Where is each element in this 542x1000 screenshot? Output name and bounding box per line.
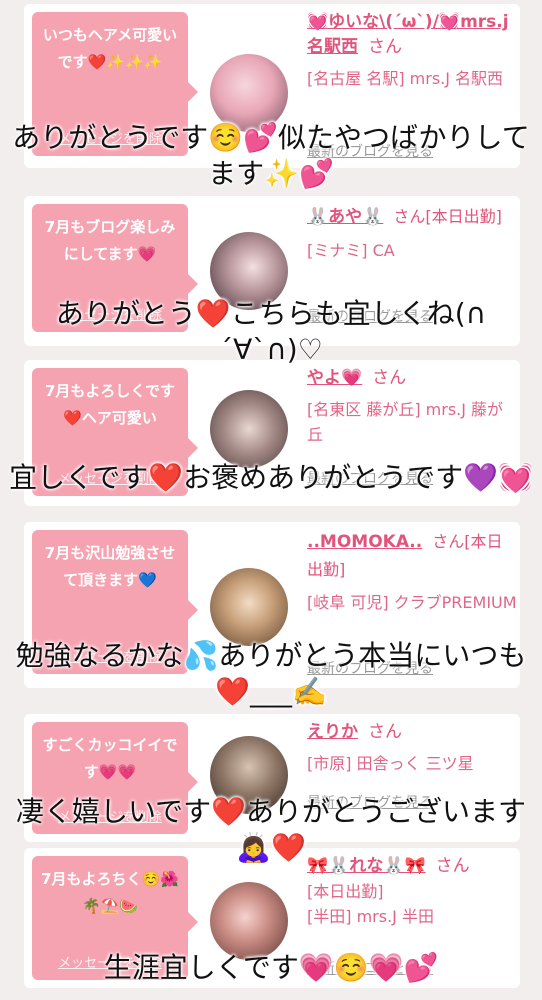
overlay-caption: 生涯宜しくです💗☺️💗💕: [103, 951, 439, 984]
bubble-tail: [188, 772, 198, 792]
sender-location: [本日出勤] [半田] mrs.J 半田: [307, 879, 517, 929]
message-text: 7月もよろちく☺️🌺🌴⛱️🍉: [41, 870, 179, 915]
message-text: 7月も沢山勉強させて頂きます💙: [44, 544, 176, 589]
overlay-caption: ありがとうです☺️💕似たやつばかりしてます✨💕: [12, 121, 530, 190]
sender-location: [ミナミ] CA: [307, 241, 395, 260]
sender-location: [岐阜 可児] クラブPREMIUM: [307, 593, 517, 612]
message-text: 7月もよろしくです❤️ヘア可愛い: [45, 382, 175, 427]
sender-name[interactable]: ..MOMOKA.. さん[本日出勤]: [307, 528, 517, 584]
overlay-caption: 凄く嬉しいです❤️ありがとうございます🙇‍♀️❤️: [15, 795, 527, 864]
bubble-tail: [188, 82, 198, 102]
overlay-caption: 勉強なるかな💦ありがとう本当にいつも❤️___✍️: [15, 639, 527, 708]
avatar[interactable]: [210, 390, 288, 468]
bubble-tail: [188, 600, 198, 620]
sender-location: [名古屋 名駅] mrs.J 名駅西: [307, 69, 504, 88]
sender-info: 🐰あや🐰 さん[本日出勤] [ミナミ] CA: [307, 202, 517, 263]
sender-info: やよ💗 さん [名東区 藤が丘] mrs.J 藤が丘: [307, 366, 517, 447]
sender-name[interactable]: 🐰あや🐰 さん[本日出勤]: [307, 202, 517, 232]
sender-info: えりか さん [市原] 田舎っく 三ツ星: [307, 720, 517, 776]
message-text: 7月もブログ楽しみにしてます💗: [44, 218, 176, 263]
message-text: いつもヘアメ可愛いです❤️✨✨✨: [42, 26, 178, 71]
overlay-caption: ありがとう❤️こちらも宜しくね(∩´∀`∩)♡: [55, 297, 487, 366]
avatar[interactable]: [210, 568, 288, 646]
sender-name[interactable]: えりか さん: [307, 720, 517, 745]
sender-info: 💓ゆいな\(ˊωˋ)/💓mrs.j名駅西 さん [名古屋 名駅] mrs.J 名駅…: [307, 10, 517, 91]
bubble-tail: [188, 438, 198, 458]
sender-location: [名東区 藤が丘] mrs.J 藤が丘: [307, 400, 504, 444]
avatar[interactable]: [210, 882, 288, 960]
sender-location: [市原] 田舎っく 三ツ星: [307, 754, 474, 773]
bubble-tail: [188, 274, 198, 294]
sender-info: ..MOMOKA.. さん[本日出勤] [岐阜 可児] クラブPREMIUM: [307, 528, 517, 615]
overlay-caption: 宜しくです❤️お褒めありがとうです💜💓: [9, 461, 533, 494]
sender-location-line: [本日出勤]: [307, 882, 384, 901]
sender-name[interactable]: 💓ゆいな\(ˊωˋ)/💓mrs.j名駅西 さん: [307, 10, 517, 60]
message-text: すごくカッコイイです💗💗: [42, 736, 178, 781]
sender-location-line: [半田] mrs.J 半田: [307, 907, 434, 926]
bubble-tail: [188, 912, 198, 932]
sender-name[interactable]: やよ💗 さん: [307, 366, 517, 391]
